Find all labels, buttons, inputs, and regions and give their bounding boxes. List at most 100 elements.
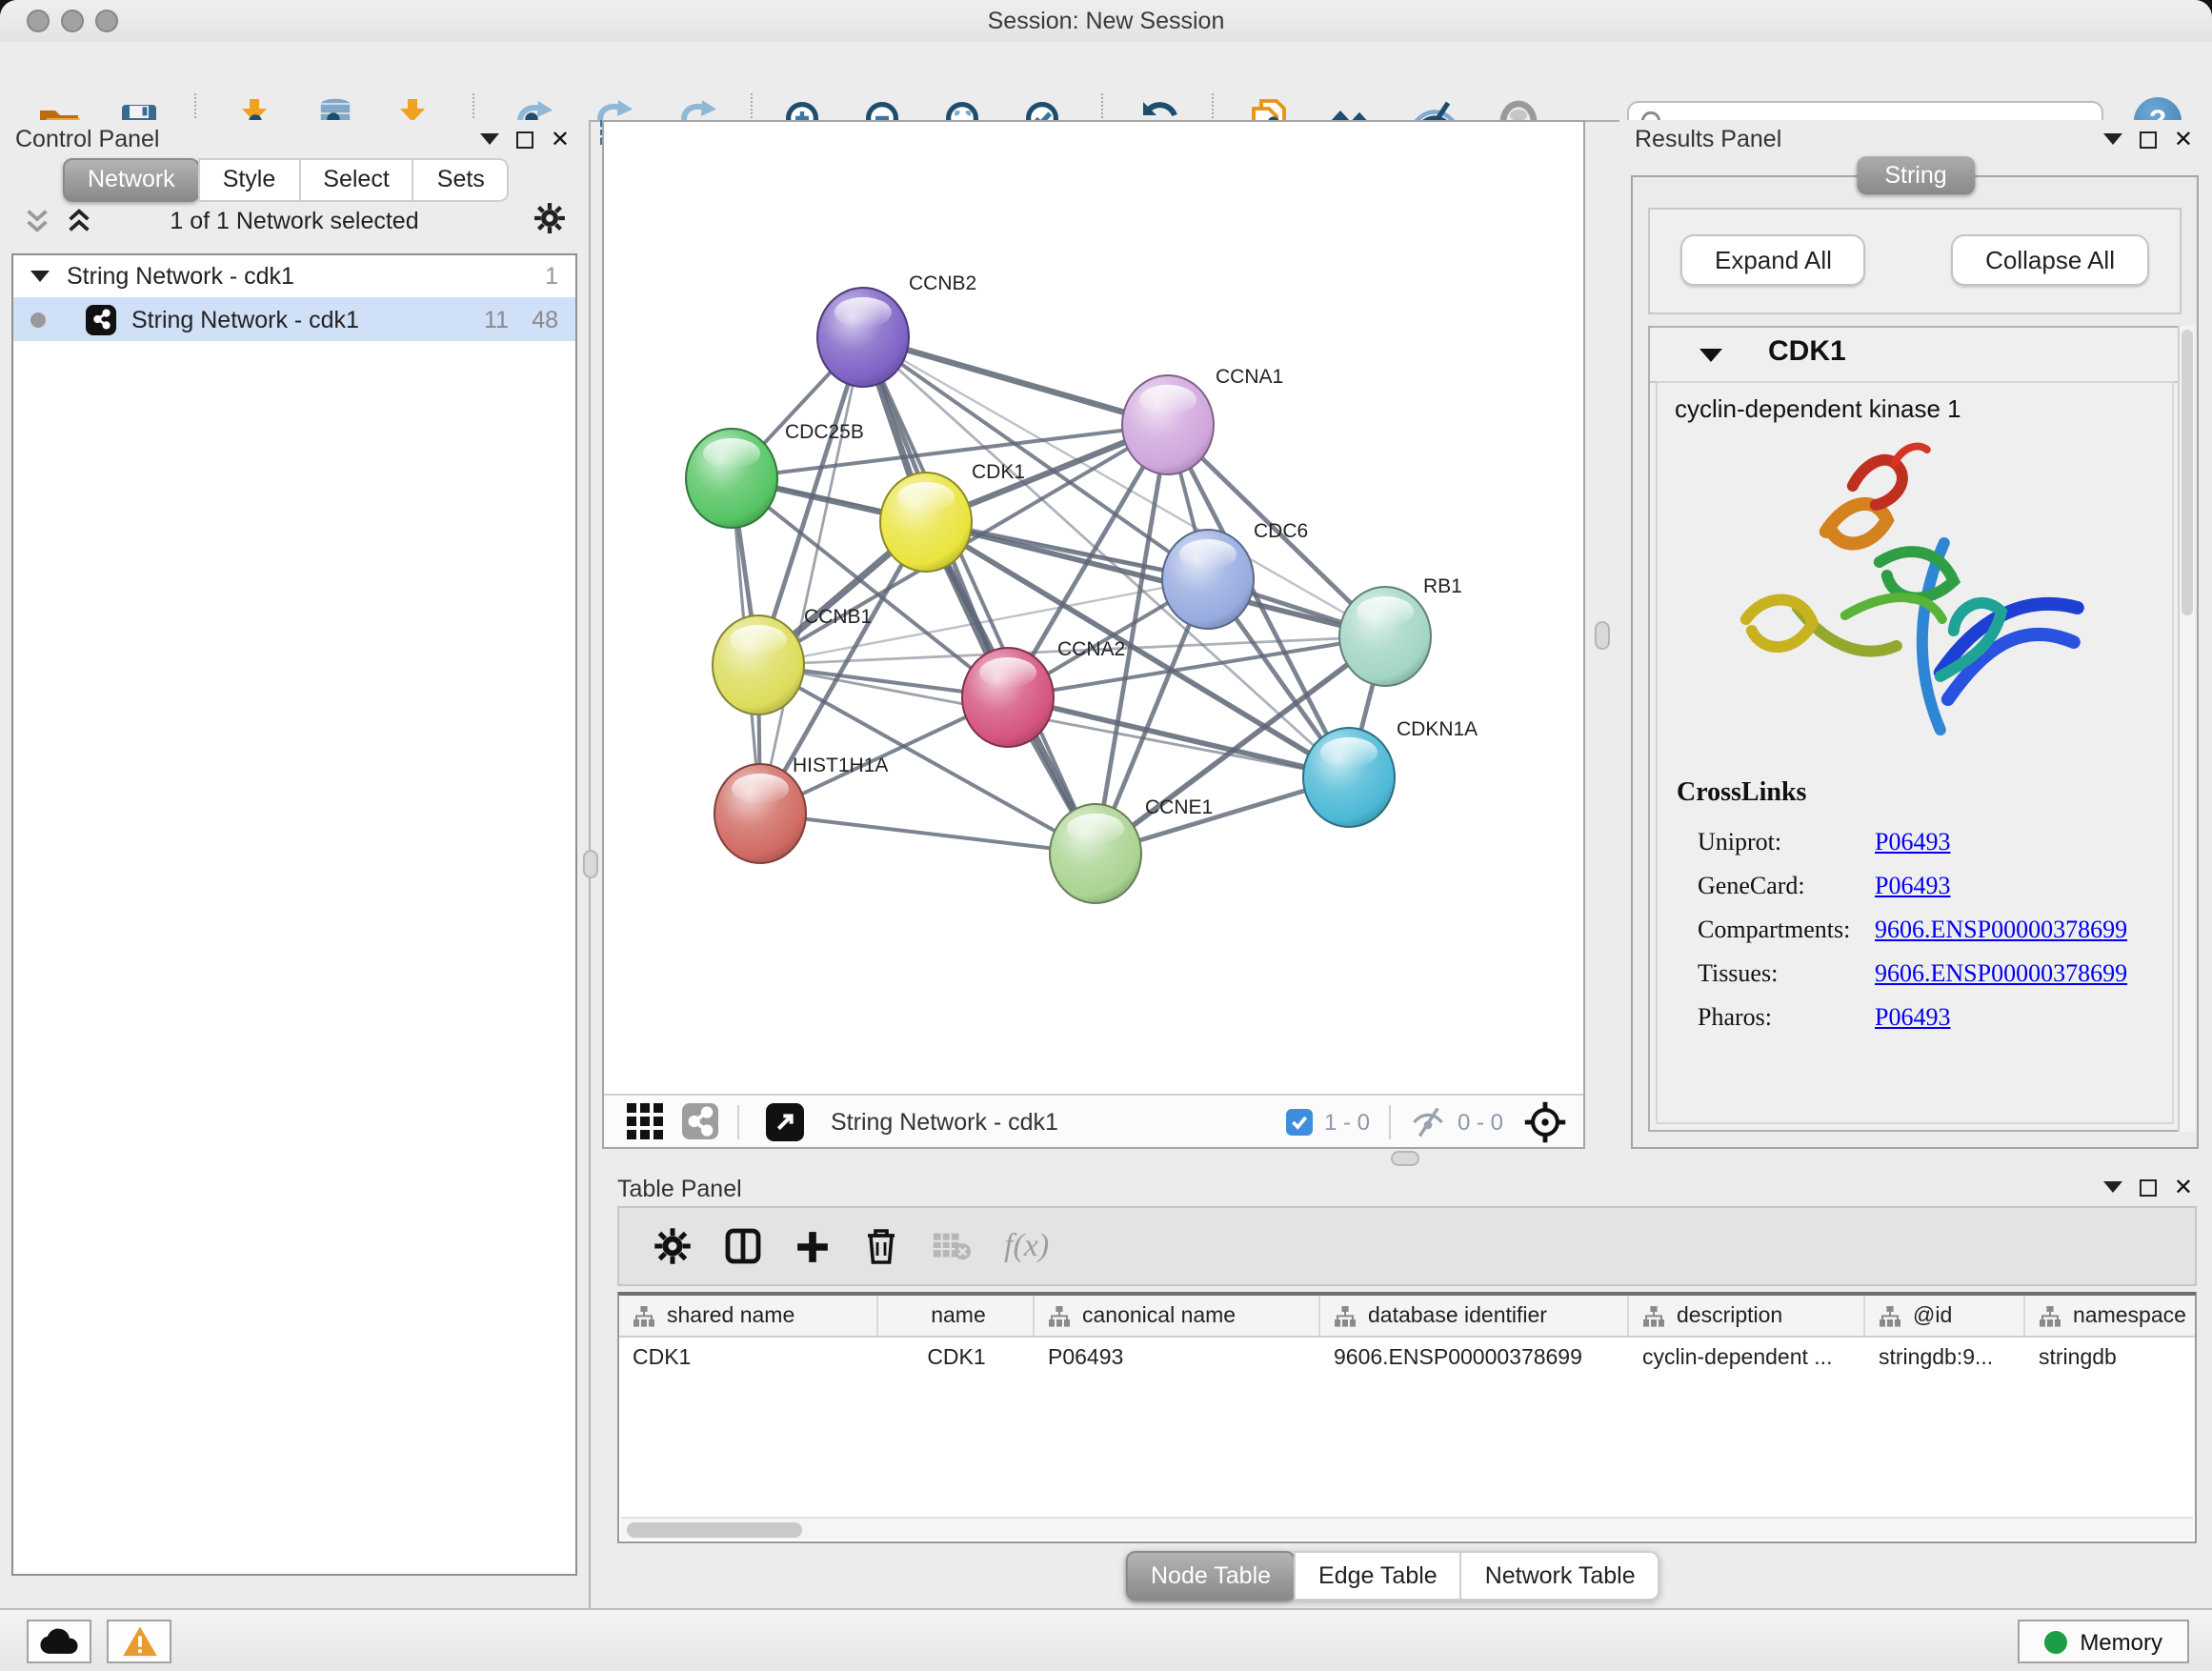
birdseye-icon[interactable]	[1522, 1098, 1568, 1144]
results-scrollbar[interactable]	[2178, 326, 2195, 1132]
collection-count: 1	[545, 263, 558, 290]
crosslinks-heading: CrossLinks	[1677, 779, 1806, 810]
tab-network[interactable]: Network	[63, 158, 200, 202]
column-header-@id[interactable]: @id	[1865, 1296, 2025, 1336]
section-collapse-caret-icon[interactable]	[1699, 349, 1722, 362]
edge-CCNB2-CCNA1[interactable]	[863, 337, 1168, 425]
crosslink-link[interactable]: 9606.ENSP00000378699	[1875, 957, 2127, 988]
crosslink-row: Uniprot:P06493	[1698, 819, 2161, 863]
share-view-icon[interactable]	[682, 1103, 718, 1139]
network-share-icon	[86, 304, 116, 334]
memory-button[interactable]: Memory	[2017, 1620, 2189, 1663]
table-body: CDK1CDK1P064939606.ENSP00000378699cyclin…	[619, 1338, 2195, 1383]
crosslink-link[interactable]: P06493	[1875, 870, 1950, 900]
node-CDKN1A[interactable]	[1303, 728, 1395, 827]
node-CCNE1[interactable]	[1050, 804, 1141, 903]
close-window-button[interactable]	[27, 10, 50, 32]
right-splitter-handle[interactable]	[1595, 621, 1610, 650]
node-CDC25B[interactable]	[686, 429, 777, 528]
grid-view-icon[interactable]	[627, 1103, 663, 1139]
crosslink-row: Compartments:9606.ENSP00000378699	[1698, 907, 2161, 951]
left-splitter-handle[interactable]	[583, 850, 598, 878]
node-CDC6[interactable]	[1162, 530, 1254, 629]
table-settings-gear-icon[interactable]	[654, 1227, 692, 1265]
panel-menu-caret-icon[interactable]	[2103, 133, 2122, 145]
tab-edge-table[interactable]: Edge Table	[1294, 1551, 1462, 1601]
warning-icon	[121, 1625, 157, 1658]
collection-label: String Network - cdk1	[67, 263, 545, 290]
node-RB1[interactable]	[1339, 587, 1431, 686]
zoom-window-button[interactable]	[95, 10, 118, 32]
tab-sets[interactable]: Sets	[412, 158, 510, 202]
status-bar: Memory	[0, 1608, 2212, 1671]
minimize-window-button[interactable]	[61, 10, 84, 32]
edge-CCNB2-CCNE1[interactable]	[863, 337, 1096, 854]
table-cell: CDK1	[619, 1338, 878, 1383]
horizontal-splitter-handle[interactable]	[1391, 1151, 1419, 1166]
table-horizontal-scrollbar[interactable]	[621, 1517, 2193, 1540]
crosslink-label: Pharos:	[1698, 1001, 1875, 1032]
open-in-new-window-icon[interactable]	[766, 1102, 804, 1140]
node-label-CCNB1: CCNB1	[804, 606, 872, 628]
tab-node-table[interactable]: Node Table	[1126, 1551, 1296, 1601]
app-window: Session: New Session ? Control Panel	[0, 0, 2212, 1671]
panel-menu-caret-icon[interactable]	[480, 133, 499, 145]
select-columns-icon[interactable]	[724, 1227, 762, 1265]
panel-float-icon[interactable]	[2140, 1178, 2157, 1196]
table-cell: CDK1	[878, 1338, 1035, 1383]
edge-CCNB2-HIST1H1A[interactable]	[760, 337, 863, 814]
column-header-shared-name[interactable]: shared name	[619, 1296, 878, 1336]
window-title: Session: New Session	[0, 0, 2212, 42]
crosslink-link[interactable]: P06493	[1875, 1001, 1950, 1032]
tab-style[interactable]: Style	[198, 158, 301, 202]
tab-network-table[interactable]: Network Table	[1460, 1551, 1660, 1601]
node-CCNB1[interactable]	[713, 615, 804, 715]
node-CCNB2[interactable]	[817, 288, 909, 387]
control-panel-title: Control Panel	[15, 126, 160, 152]
panel-close-icon[interactable]: ✕	[2174, 130, 2193, 149]
node-HIST1H1A[interactable]	[714, 764, 806, 863]
table-cell: cyclin-dependent ...	[1629, 1338, 1865, 1383]
network-collection-row[interactable]: String Network - cdk1 1	[13, 255, 575, 297]
selected-checkbox-icon[interactable]	[1286, 1108, 1313, 1135]
network-row-selected[interactable]: String Network - cdk1 11 48	[13, 297, 575, 341]
cdk1-section-header[interactable]: CDK1	[1650, 328, 2180, 383]
column-header-canonical-name[interactable]: canonical name	[1035, 1296, 1320, 1336]
cloud-button[interactable]	[27, 1620, 91, 1663]
table-row[interactable]: CDK1CDK1P064939606.ENSP00000378699cyclin…	[619, 1338, 2195, 1383]
node-label-CDC25B: CDC25B	[785, 421, 864, 443]
column-header-description[interactable]: description	[1629, 1296, 1865, 1336]
panel-menu-caret-icon[interactable]	[2103, 1181, 2122, 1193]
column-header-name[interactable]: name	[878, 1296, 1035, 1336]
warnings-button[interactable]	[107, 1620, 171, 1663]
collapse-all-button[interactable]: Collapse All	[1951, 234, 2149, 286]
node-table: shared namenamecanonical namedatabase id…	[617, 1292, 2197, 1543]
node-label-CCNA2: CCNA2	[1057, 638, 1125, 660]
node-CCNA1[interactable]	[1122, 375, 1214, 474]
delete-table-icon	[932, 1229, 972, 1263]
node-label-CDK1: CDK1	[972, 461, 1025, 483]
panel-float-icon[interactable]	[516, 131, 533, 148]
expand-all-button[interactable]: Expand All	[1680, 234, 1866, 286]
gear-icon[interactable]	[533, 202, 566, 234]
protein-description: cyclin-dependent kinase 1	[1675, 394, 1961, 423]
collection-expand-caret-icon[interactable]	[30, 271, 50, 282]
panel-close-icon[interactable]: ✕	[551, 130, 570, 149]
create-column-plus-icon[interactable]	[794, 1228, 831, 1264]
network-canvas[interactable]: CCNB2CCNA1CDC25BCDK1CDC6RB1CCNB1CCNA2CDK…	[604, 122, 1579, 1094]
edge-HIST1H1A-CCNE1[interactable]	[760, 814, 1096, 854]
delete-column-trash-icon[interactable]	[863, 1227, 899, 1265]
panel-close-icon[interactable]: ✕	[2174, 1178, 2193, 1197]
node-CDK1[interactable]	[880, 473, 972, 572]
column-header-database-identifier[interactable]: database identifier	[1320, 1296, 1629, 1336]
node-label-CDC6: CDC6	[1254, 520, 1308, 542]
column-type-icon	[1879, 1304, 1901, 1327]
node-CCNA2[interactable]	[962, 648, 1054, 747]
panel-float-icon[interactable]	[2140, 131, 2157, 148]
table-cell: stringdb	[2025, 1338, 2197, 1383]
crosslink-link[interactable]: P06493	[1875, 826, 1950, 856]
column-header-namespace[interactable]: namespace	[2025, 1296, 2197, 1336]
tab-string[interactable]: String	[1856, 156, 1975, 194]
tab-select[interactable]: Select	[298, 158, 414, 202]
crosslink-link[interactable]: 9606.ENSP00000378699	[1875, 914, 2127, 944]
